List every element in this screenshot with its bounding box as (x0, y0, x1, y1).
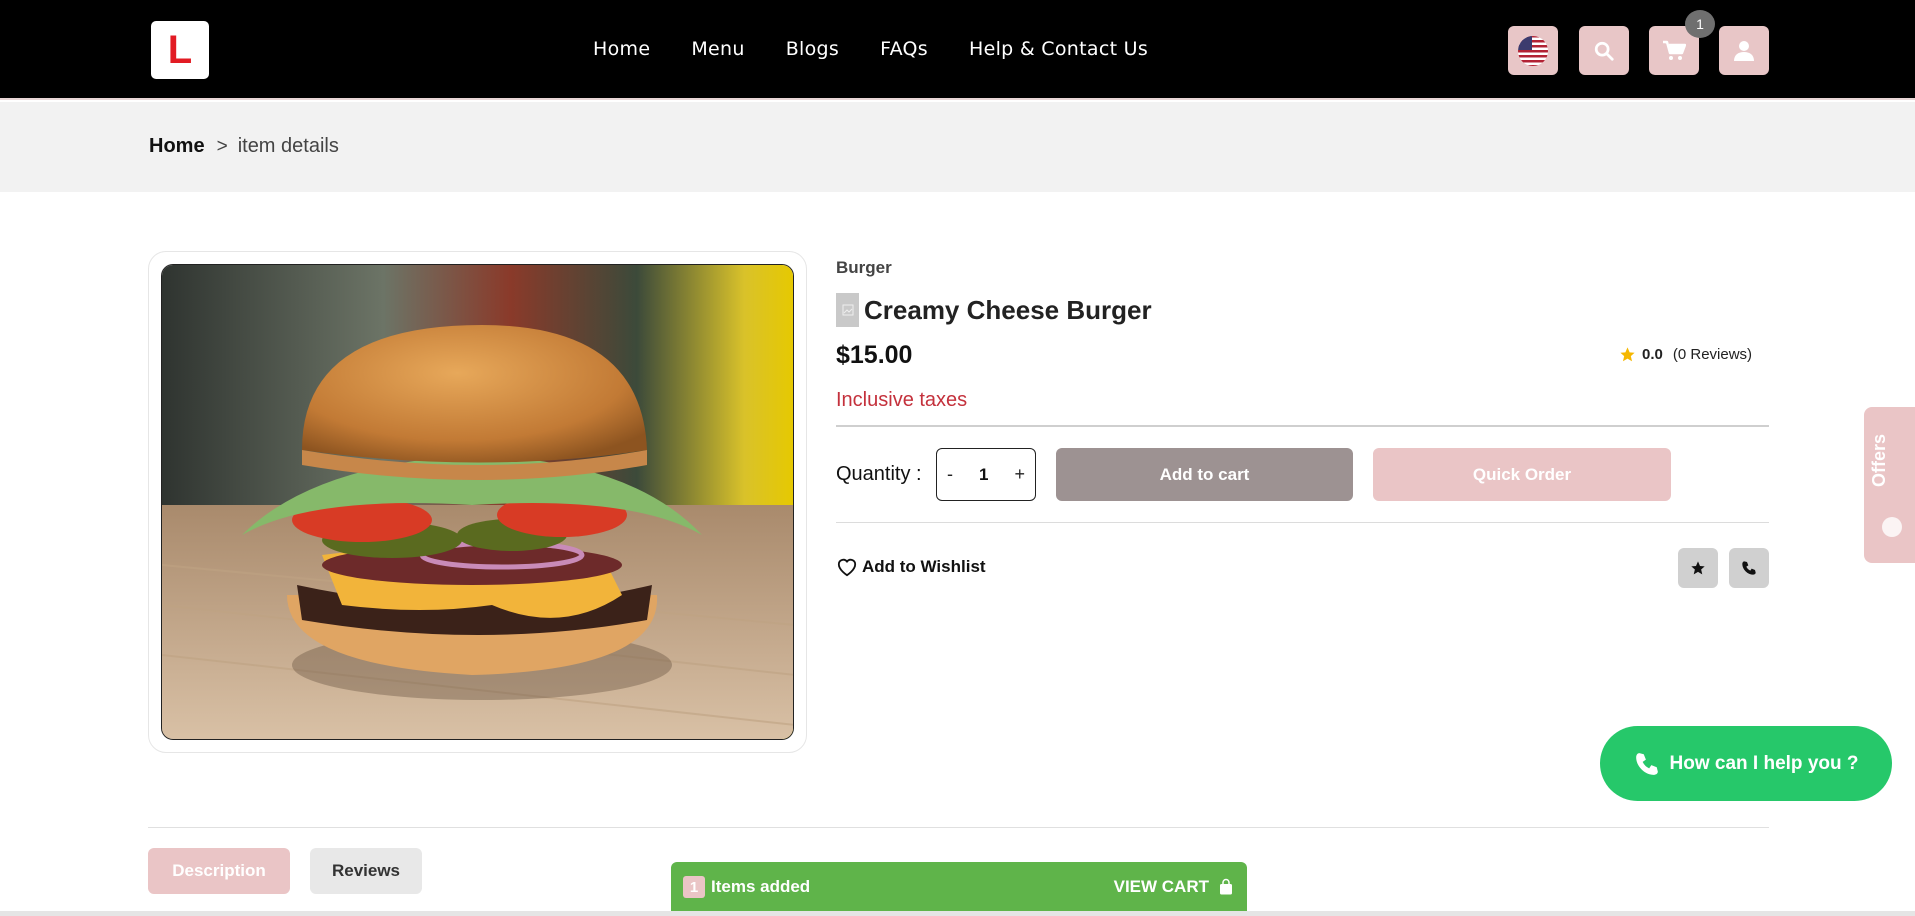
nav-help-contact[interactable]: Help & Contact Us (969, 38, 1148, 60)
star-icon (1620, 347, 1635, 362)
quantity-value[interactable]: 1 (979, 465, 988, 485)
tab-description[interactable]: Description (148, 848, 290, 894)
nav-menu[interactable]: Menu (691, 38, 744, 60)
top-header: L Home Menu Blogs FAQs Help & Contact Us (0, 0, 1915, 100)
view-cart-link[interactable]: VIEW CART (1114, 877, 1235, 897)
cart-summary-bar[interactable]: 1 Items added VIEW CART (671, 862, 1247, 912)
wishlist-label: Add to Wishlist (862, 557, 986, 576)
main-nav: Home Menu Blogs FAQs Help & Contact Us (593, 38, 1189, 60)
broken-image-icon (836, 293, 859, 327)
site-logo[interactable]: L (151, 21, 209, 79)
breadcrumb-home[interactable]: Home (149, 135, 205, 158)
items-added-count: 1 (683, 876, 705, 898)
breadcrumb-separator: > (216, 135, 228, 157)
language-button[interactable] (1508, 26, 1558, 75)
account-button[interactable] (1719, 26, 1769, 75)
divider (148, 827, 1769, 828)
help-chat-button[interactable]: How can I help you ? (1600, 726, 1892, 801)
add-to-wishlist-button[interactable]: Add to Wishlist (836, 557, 986, 577)
nav-home[interactable]: Home (593, 38, 650, 60)
items-added-label: Items added (711, 877, 811, 896)
view-cart-label: VIEW CART (1113, 877, 1209, 896)
cart-icon (1663, 40, 1686, 60)
offers-badge-icon (1882, 517, 1902, 537)
product-title-row: Creamy Cheese Burger (836, 293, 1152, 327)
tax-note: Inclusive taxes (836, 389, 968, 411)
offers-label: Offers (1869, 433, 1889, 487)
add-to-cart-button[interactable]: Add to cart (1056, 448, 1353, 501)
divider (836, 425, 1769, 427)
product-image[interactable] (161, 264, 794, 740)
search-icon (1594, 41, 1614, 61)
divider (836, 522, 1769, 523)
heart-icon (837, 558, 857, 577)
tab-reviews[interactable]: Reviews (310, 848, 422, 894)
review-count[interactable]: (0 Reviews) (1673, 346, 1752, 363)
breadcrumb-current: item details (237, 135, 339, 157)
product-rating: 0.0 (0 Reviews) (1619, 346, 1752, 363)
breadcrumb: Home > item details (149, 135, 339, 158)
shopping-bag-icon (1220, 878, 1232, 895)
quantity-decrease-button[interactable]: - (947, 464, 953, 485)
us-flag-icon (1518, 35, 1548, 66)
product-title: Creamy Cheese Burger (864, 294, 1152, 325)
quantity-label: Quantity : (836, 463, 922, 485)
quantity-increase-button[interactable]: + (1014, 464, 1025, 485)
call-button[interactable] (1729, 548, 1769, 588)
burger-photo (162, 265, 793, 739)
phone-icon (1635, 752, 1658, 775)
quantity-stepper: - 1 + (936, 448, 1036, 501)
nav-blogs[interactable]: Blogs (786, 38, 839, 60)
logo-letter: L (167, 28, 193, 72)
product-category: Burger (836, 258, 892, 277)
rating-value: 0.0 (1642, 346, 1663, 363)
quick-order-button[interactable]: Quick Order (1373, 448, 1671, 501)
cart-count-badge: 1 (1685, 10, 1715, 38)
help-chat-label: How can I help you ? (1669, 752, 1859, 774)
page-bottom-edge (0, 911, 1915, 916)
product-price: $15.00 (836, 341, 913, 369)
offers-side-tab[interactable]: Offers (1864, 407, 1915, 563)
phone-icon (1742, 561, 1756, 575)
star-icon (1691, 561, 1705, 575)
nav-faqs[interactable]: FAQs (880, 38, 928, 60)
items-added-info: 1 Items added (683, 876, 810, 898)
user-icon (1734, 40, 1754, 61)
search-button[interactable] (1579, 26, 1629, 75)
favorite-star-button[interactable] (1678, 548, 1718, 588)
